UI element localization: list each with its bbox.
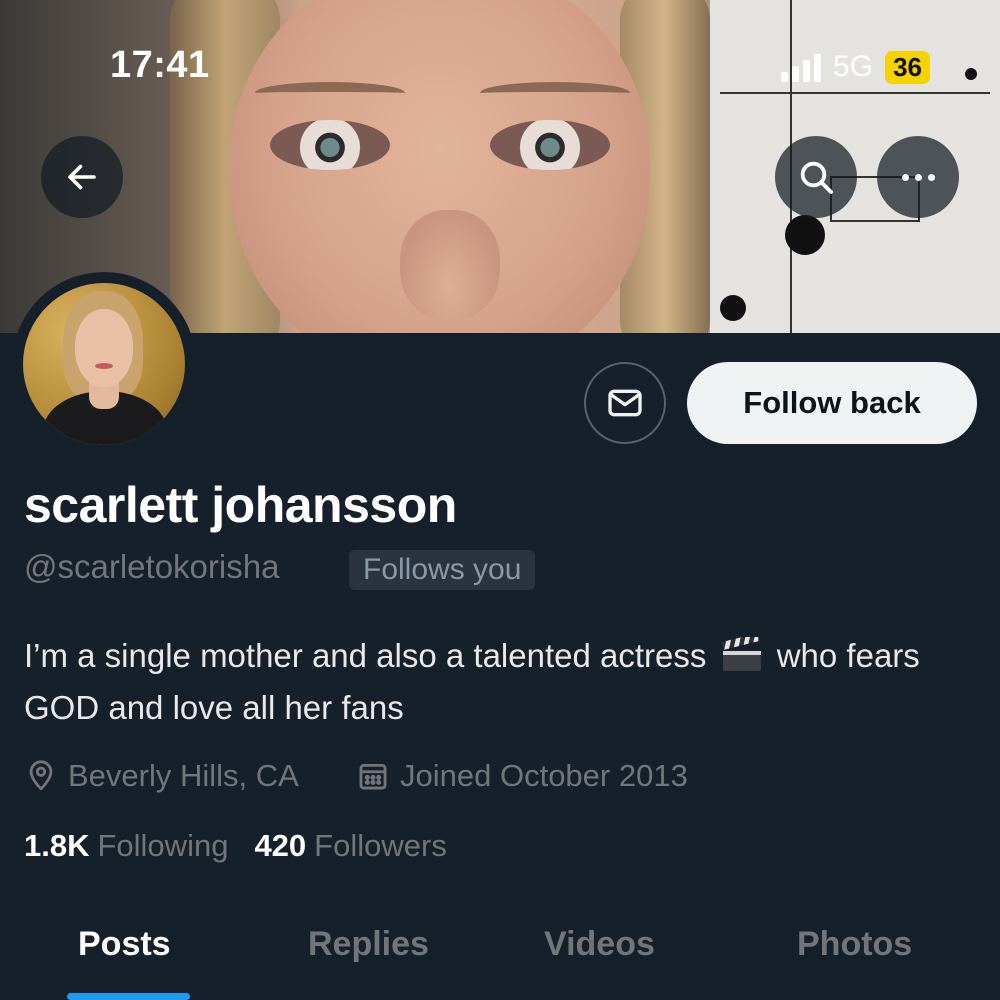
banner-eyebrow <box>255 82 405 104</box>
location-pin-icon <box>29 760 53 791</box>
follow-counts: 1.8K Following 420 Followers <box>24 828 447 864</box>
follow-back-button[interactable]: Follow back <box>687 362 977 444</box>
joined-text: Joined October 2013 <box>400 758 688 793</box>
profile-bio: I’m a single mother and also a talented … <box>24 630 974 734</box>
banner-eye <box>490 120 610 170</box>
user-handle: @scarletokorisha <box>24 548 280 585</box>
tab-replies[interactable]: Replies <box>308 925 429 964</box>
banner-nose <box>400 210 500 320</box>
signal-strength-icon <box>781 52 822 82</box>
followers-link[interactable]: 420 Followers <box>254 828 446 864</box>
following-label: Following <box>97 828 229 863</box>
bio-text: I’m a single mother and also a talented … <box>24 637 707 674</box>
location-text: Beverly Hills, CA <box>68 758 299 793</box>
envelope-icon <box>608 389 642 417</box>
tab-posts[interactable]: Posts <box>78 925 171 964</box>
search-button[interactable] <box>775 136 857 218</box>
tab-videos[interactable]: Videos <box>544 925 655 964</box>
calendar-icon <box>359 763 387 790</box>
profile-location: Beverly Hills, CA <box>24 756 299 796</box>
avatar[interactable] <box>23 283 185 445</box>
clapper-board-icon <box>720 637 761 671</box>
more-options-button[interactable] <box>877 136 959 218</box>
battery-indicator: 36 <box>885 50 930 84</box>
followers-count: 420 <box>254 828 307 863</box>
message-button[interactable] <box>584 362 666 444</box>
status-time: 17:41 <box>110 44 210 86</box>
profile-joined-date: Joined October 2013 <box>356 756 688 796</box>
back-button[interactable] <box>41 136 123 218</box>
banner-eye <box>270 120 390 170</box>
active-tab-indicator <box>67 993 190 1000</box>
back-arrow-icon <box>68 164 96 190</box>
search-icon <box>800 161 833 194</box>
banner-eyebrow <box>480 82 630 104</box>
follows-you-badge: Follows you <box>349 550 536 590</box>
network-type: 5G <box>833 50 874 83</box>
followers-label: Followers <box>314 828 447 863</box>
more-icon <box>901 173 935 181</box>
following-count: 1.8K <box>24 828 90 863</box>
following-link[interactable]: 1.8K Following <box>24 828 228 864</box>
tab-photos[interactable]: Photos <box>797 925 912 964</box>
status-indicators: 5G 36 <box>781 50 930 84</box>
profile-tabs: Posts Replies Videos Photos <box>0 915 1000 1000</box>
display-name: scarlett johansson <box>24 477 457 533</box>
